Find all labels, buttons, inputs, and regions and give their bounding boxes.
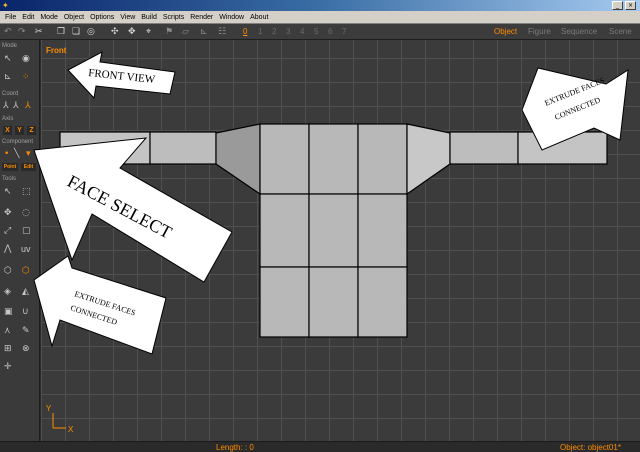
mesh-face[interactable] (149, 131, 217, 165)
axis-x-label: X (68, 425, 74, 434)
mesh-face[interactable] (308, 193, 359, 268)
mesh-face[interactable] (308, 123, 359, 195)
mesh-face[interactable] (259, 193, 310, 268)
axis-y-label: Y (46, 404, 52, 413)
mesh-face[interactable] (259, 266, 310, 338)
length-readout: Length: : 0 (216, 443, 254, 452)
axis-gizmo: Y X (46, 404, 74, 434)
annotation-extrude-left: EXTRUDE FACES CONNECTED (33, 255, 167, 355)
mesh-overlay: Y X FRONT VIEW FACE SELECT EXTRUDE FACES… (33, 51, 629, 434)
mesh-face[interactable] (357, 266, 408, 338)
mesh-face[interactable] (215, 123, 261, 196)
mesh-face[interactable] (308, 266, 359, 338)
mesh-face[interactable] (259, 123, 310, 195)
mesh-face[interactable] (357, 123, 408, 195)
object-readout: Object: object01* (560, 443, 621, 452)
mesh-face[interactable] (449, 131, 519, 165)
annotation-front-view: FRONT VIEW (67, 51, 176, 100)
mesh-face[interactable] (406, 123, 451, 196)
status-bar: Length: : 0 Object: object01* (0, 441, 640, 452)
mesh-face[interactable] (357, 193, 408, 268)
